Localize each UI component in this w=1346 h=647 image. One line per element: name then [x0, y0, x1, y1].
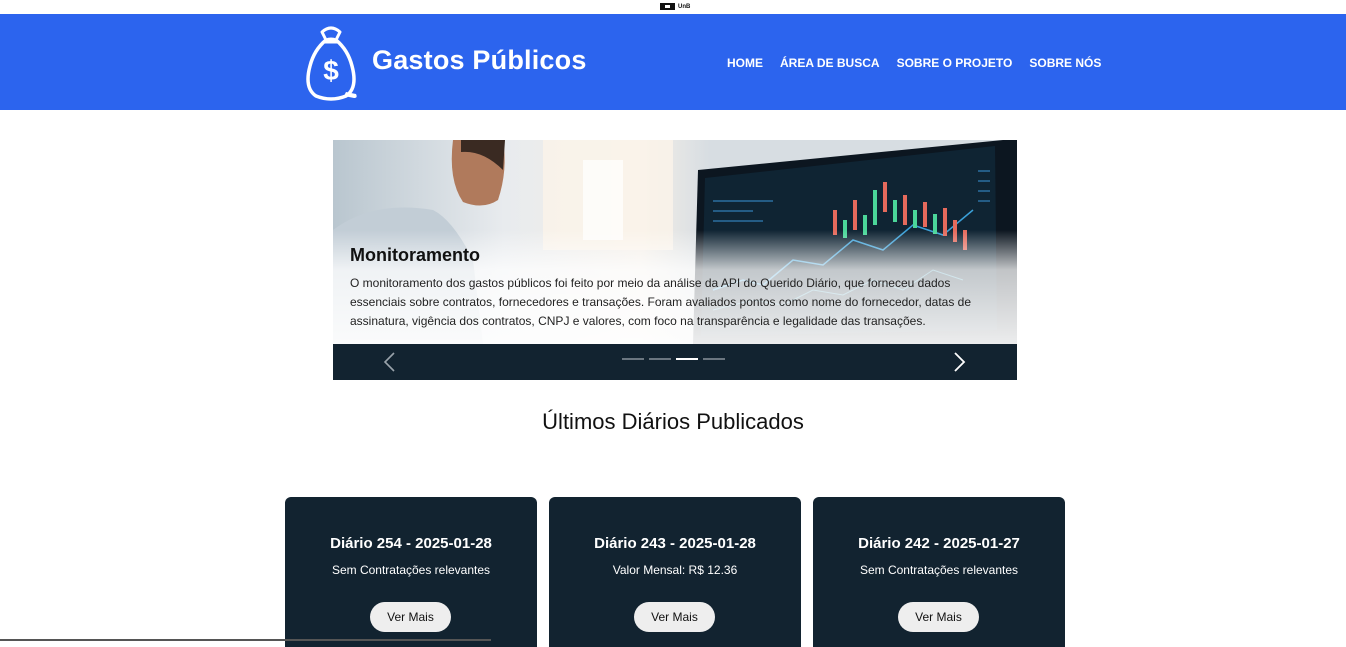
- carousel-title: Monitoramento: [350, 245, 480, 265]
- carousel-indicator[interactable]: [703, 358, 725, 360]
- unb-label: UnB: [678, 3, 691, 10]
- site-title[interactable]: Gastos Públicos: [372, 45, 587, 76]
- card-title: Diário 243 - 2025-01-28: [594, 535, 756, 552]
- carousel-caption: Monitoramento O monitoramento dos gastos…: [350, 245, 975, 331]
- money-bag-icon[interactable]: $: [300, 22, 362, 102]
- diary-card: Diário 243 - 2025-01-28 Valor Mensal: R$…: [549, 497, 801, 647]
- diary-cards: Diário 254 - 2025-01-28 Sem Contratações…: [285, 497, 1065, 647]
- card-subtitle: Sem Contratações relevantes: [331, 563, 491, 577]
- nav-area-de-busca[interactable]: ÁREA DE BUSCA: [780, 56, 880, 70]
- card-subtitle: Valor Mensal: R$ 12.36: [612, 563, 738, 577]
- diary-card: Diário 254 - 2025-01-28 Sem Contratações…: [285, 497, 537, 647]
- chevron-right-icon[interactable]: [947, 350, 971, 374]
- diary-card: Diário 242 - 2025-01-27 Sem Contratações…: [813, 497, 1065, 647]
- main-nav: HOME ÁREA DE BUSCA SOBRE O PROJETO SOBRE…: [727, 56, 1101, 70]
- nav-sobre-nos[interactable]: SOBRE NÓS: [1029, 56, 1101, 70]
- carousel-slide: Monitoramento O monitoramento dos gastos…: [333, 140, 1017, 344]
- nav-home[interactable]: HOME: [727, 56, 763, 70]
- hero-carousel: Monitoramento O monitoramento dos gastos…: [333, 140, 1017, 380]
- ver-mais-button[interactable]: Ver Mais: [370, 602, 451, 632]
- card-title: Diário 254 - 2025-01-28: [330, 535, 492, 552]
- carousel-indicators: [622, 358, 725, 360]
- card-title: Diário 242 - 2025-01-27: [858, 535, 1020, 552]
- unb-flag-icon: [660, 3, 675, 10]
- unb-logo[interactable]: UnB: [660, 3, 690, 10]
- carousel-indicator[interactable]: [622, 358, 644, 360]
- carousel-indicator[interactable]: [649, 358, 671, 360]
- section-title: Últimos Diários Publicados: [542, 409, 804, 434]
- university-bar: UnB: [0, 0, 1346, 14]
- site-header: $ Gastos Públicos HOME ÁREA DE BUSCA SOB…: [0, 14, 1346, 110]
- svg-text:$: $: [323, 55, 339, 86]
- carousel-controls: [333, 344, 1017, 380]
- carousel-text: O monitoramento dos gastos públicos foi …: [350, 276, 972, 328]
- carousel-indicator-active[interactable]: [676, 358, 698, 360]
- ver-mais-button[interactable]: Ver Mais: [898, 602, 979, 632]
- ver-mais-button[interactable]: Ver Mais: [634, 602, 715, 632]
- nav-sobre-o-projeto[interactable]: SOBRE O PROJETO: [897, 56, 1013, 70]
- chevron-left-icon[interactable]: [378, 350, 402, 374]
- card-subtitle: Sem Contratações relevantes: [859, 563, 1019, 577]
